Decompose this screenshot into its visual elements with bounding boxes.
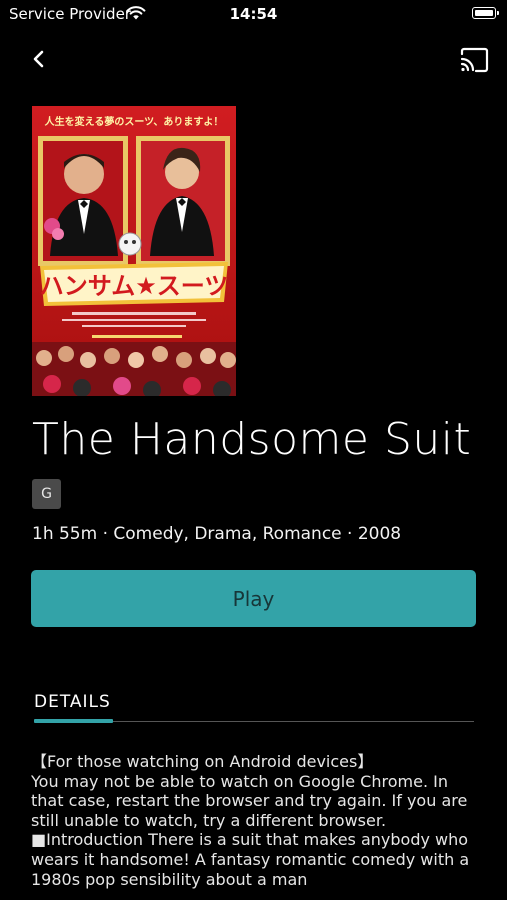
tab-details[interactable]: DETAILS [34, 692, 111, 712]
status-time: 14:54 [229, 5, 278, 23]
tab-active-indicator [34, 719, 113, 723]
svg-text:人生を変える夢のスーツ、ありますよ！: 人生を変える夢のスーツ、ありますよ！ [45, 115, 224, 128]
status-bar: Service Provider 14:54 [0, 0, 507, 28]
svg-text:ハンサム★スーツ: ハンサム★スーツ [40, 272, 229, 300]
movie-description: 【For those watching on Android devices】 … [31, 752, 470, 889]
cast-button[interactable] [458, 46, 490, 74]
movie-poster: ハンサム★スーツ 人生を変える夢のスーツ、ありますよ！ [32, 106, 236, 396]
back-button[interactable] [26, 46, 52, 72]
cast-icon [460, 47, 489, 73]
battery-icon [472, 7, 499, 19]
movie-title: The Handsome Suit [32, 414, 472, 465]
rating-badge: G [32, 479, 61, 509]
chevron-left-icon [33, 50, 44, 68]
play-button[interactable]: Play [31, 570, 476, 627]
battery-level [474, 9, 493, 16]
movie-meta: 1h 55m · Comedy, Drama, Romance · 2008 [32, 524, 402, 544]
